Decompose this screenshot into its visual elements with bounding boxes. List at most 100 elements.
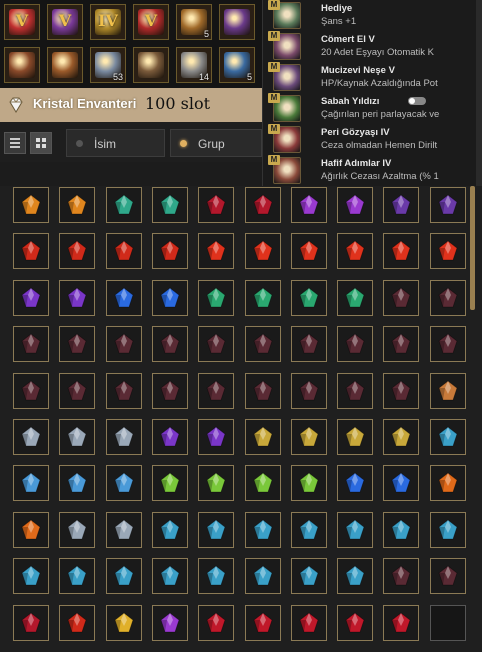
inventory-slot[interactable] — [337, 233, 374, 270]
inventory-slot[interactable] — [105, 233, 142, 270]
inventory-slot[interactable] — [105, 187, 142, 223]
inventory-slot[interactable] — [337, 604, 374, 641]
inventory-slot[interactable] — [337, 326, 374, 363]
inventory-slot[interactable] — [59, 558, 96, 595]
inventory-slot[interactable] — [290, 465, 327, 502]
inventory-slot[interactable] — [198, 279, 235, 316]
inventory-slot[interactable] — [429, 558, 466, 595]
sort-by-group-radio[interactable]: Grup — [170, 129, 262, 157]
inventory-slot[interactable] — [105, 279, 142, 316]
inventory-slot[interactable] — [151, 558, 188, 595]
buff-item[interactable]: M Mucizevi Neşe V HP/Kaynak Azaldığında Po… — [265, 62, 482, 93]
inventory-slot[interactable] — [59, 187, 96, 223]
inventory-slot[interactable] — [105, 326, 142, 363]
buff-item[interactable]: M Hediye Şans +1 — [265, 0, 482, 31]
sort-by-name-radio[interactable]: İsim — [66, 129, 165, 157]
emblem-v-icon[interactable]: V — [47, 4, 83, 40]
inventory-slot[interactable] — [59, 326, 96, 363]
inventory-slot[interactable] — [337, 511, 374, 548]
inventory-slot[interactable] — [105, 558, 142, 595]
inventory-slot[interactable] — [13, 233, 49, 270]
inventory-slot[interactable] — [429, 465, 466, 502]
inventory-slot[interactable] — [290, 187, 327, 223]
inventory-slot[interactable] — [383, 279, 420, 316]
lantern-icon[interactable] — [47, 47, 83, 83]
banner-v-icon[interactable]: V — [133, 4, 169, 40]
inventory-slot[interactable] — [383, 511, 420, 548]
inventory-slot[interactable] — [198, 604, 235, 641]
inventory-slot[interactable] — [198, 187, 235, 223]
buff-item[interactable]: M Sabah Yıldızı Çağırılan peri parlayacak … — [265, 93, 482, 124]
inventory-slot[interactable] — [383, 233, 420, 270]
inventory-slot[interactable] — [151, 187, 188, 223]
crystal-shard-icon[interactable]: 53 — [90, 47, 126, 83]
key-bundle-icon[interactable] — [4, 47, 40, 83]
inventory-scrollbar[interactable] — [470, 186, 475, 310]
inventory-slot[interactable] — [383, 372, 420, 409]
inventory-slot[interactable] — [290, 372, 327, 409]
map-scroll-icon[interactable]: 5 — [176, 4, 212, 40]
inventory-slot[interactable] — [429, 233, 466, 270]
inventory-slot[interactable] — [383, 465, 420, 502]
inventory-slot[interactable] — [337, 372, 374, 409]
inventory-slot[interactable] — [13, 511, 49, 548]
inventory-slot[interactable] — [290, 511, 327, 548]
inventory-slot[interactable] — [337, 465, 374, 502]
inventory-slot[interactable] — [429, 511, 466, 548]
inventory-slot[interactable] — [290, 279, 327, 316]
inventory-slot[interactable] — [290, 558, 327, 595]
inventory-slot[interactable] — [198, 233, 235, 270]
inventory-slot[interactable] — [383, 419, 420, 455]
inventory-slot[interactable] — [198, 511, 235, 548]
snowflake-icon[interactable]: 5 — [219, 47, 255, 83]
inventory-slot[interactable] — [383, 558, 420, 595]
inventory-slot[interactable] — [105, 372, 142, 409]
inventory-slot[interactable] — [105, 604, 142, 641]
inventory-slot[interactable] — [244, 326, 281, 363]
inventory-slot[interactable] — [13, 372, 49, 409]
inventory-slot[interactable] — [337, 279, 374, 316]
buff-panel-scrollbar[interactable] — [476, 0, 482, 186]
inventory-slot[interactable] — [198, 326, 235, 363]
inventory-slot[interactable] — [151, 372, 188, 409]
empty-slot[interactable] — [429, 604, 466, 641]
inventory-slot[interactable] — [244, 465, 281, 502]
inventory-slot[interactable] — [244, 233, 281, 270]
inventory-slot[interactable] — [151, 326, 188, 363]
rune-frame-icon[interactable] — [219, 4, 255, 40]
inventory-slot[interactable] — [13, 604, 49, 641]
inventory-slot[interactable] — [151, 604, 188, 641]
inventory-slot[interactable] — [290, 604, 327, 641]
inventory-slot[interactable] — [59, 604, 96, 641]
inventory-slot[interactable] — [244, 187, 281, 223]
buff-toggle[interactable] — [408, 97, 426, 105]
inventory-slot[interactable] — [244, 604, 281, 641]
inventory-slot[interactable] — [105, 465, 142, 502]
inventory-slot[interactable] — [383, 326, 420, 363]
inventory-slot[interactable] — [337, 187, 374, 223]
inventory-slot[interactable] — [290, 233, 327, 270]
inventory-slot[interactable] — [383, 187, 420, 223]
inventory-slot[interactable] — [59, 279, 96, 316]
inventory-slot[interactable] — [244, 419, 281, 455]
inventory-slot[interactable] — [105, 419, 142, 455]
blueprint-icon[interactable]: 14 — [176, 47, 212, 83]
inventory-slot[interactable] — [198, 558, 235, 595]
buff-item[interactable]: M Cömert El V 20 Adet Eşyayı Otomatik K — [265, 31, 482, 62]
inventory-slot[interactable] — [198, 465, 235, 502]
buff-item[interactable]: M Hafif Adımlar IV Ağırlık Cezası Azaltma … — [265, 155, 482, 186]
inventory-slot[interactable] — [13, 279, 49, 316]
inventory-slot[interactable] — [290, 326, 327, 363]
inventory-slot[interactable] — [151, 419, 188, 455]
treasure-chest-icon[interactable] — [133, 47, 169, 83]
inventory-slot[interactable] — [429, 187, 466, 223]
inventory-slot[interactable] — [59, 465, 96, 502]
inventory-slot[interactable] — [337, 558, 374, 595]
inventory-slot[interactable] — [59, 511, 96, 548]
list-view-button[interactable] — [4, 132, 26, 154]
inventory-slot[interactable] — [13, 187, 49, 223]
inventory-slot[interactable] — [151, 279, 188, 316]
inventory-slot[interactable] — [244, 372, 281, 409]
inventory-slot[interactable] — [244, 558, 281, 595]
buff-item[interactable]: M Peri Gözyaşı IV Ceza olmadan Hemen Diril… — [265, 124, 482, 155]
